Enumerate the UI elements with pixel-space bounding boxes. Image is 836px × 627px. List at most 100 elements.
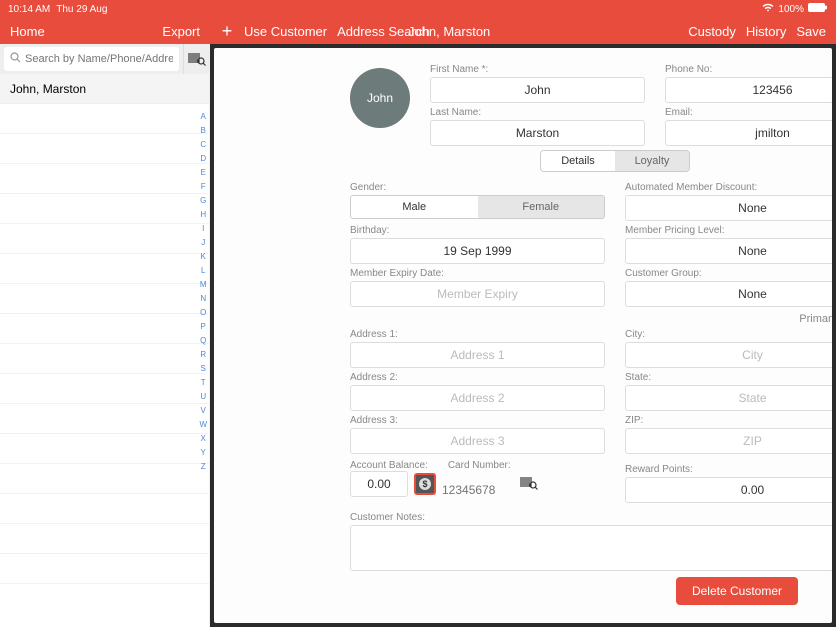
alpha-z[interactable]: Z	[199, 460, 207, 474]
save-button[interactable]: Save	[796, 24, 826, 39]
alpha-index[interactable]: ABCDEFGHIJKLMNOPQRSTUVWXYZ	[199, 110, 207, 474]
alpha-s[interactable]: S	[199, 362, 207, 376]
card-label: Card Number:	[448, 460, 511, 471]
export-button[interactable]: Export	[162, 24, 200, 39]
pricing-label: Member Pricing Level:	[625, 225, 832, 236]
search-box[interactable]	[4, 47, 179, 71]
customer-name: John, Marston	[10, 82, 86, 96]
customer-form-panel: John First Name *: Phone No: Last Name:	[214, 48, 832, 623]
alpha-q[interactable]: Q	[199, 334, 207, 348]
status-date: Thu 29 Aug	[56, 4, 107, 15]
balance-adjust-button[interactable]: $	[414, 473, 436, 495]
group-input[interactable]	[625, 281, 832, 307]
history-button[interactable]: History	[746, 24, 786, 39]
expiry-input[interactable]	[350, 281, 605, 307]
alpha-f[interactable]: F	[199, 180, 207, 194]
addr2-input[interactable]	[350, 385, 605, 411]
email-label: Email:	[665, 107, 832, 118]
state-label: State:	[625, 372, 832, 383]
custody-button[interactable]: Custody	[688, 24, 736, 39]
alpha-n[interactable]: N	[199, 292, 207, 306]
phone-label: Phone No:	[665, 64, 832, 75]
addr1-label: Address 1:	[350, 329, 605, 340]
alpha-o[interactable]: O	[199, 306, 207, 320]
alpha-t[interactable]: T	[199, 376, 207, 390]
sidebar: John, Marston ABCDEFGHIJKLMNOPQRSTUVWXYZ	[0, 44, 210, 627]
zip-input[interactable]	[625, 428, 832, 454]
barcode-scan-button[interactable]	[183, 44, 209, 74]
alpha-p[interactable]: P	[199, 320, 207, 334]
alpha-j[interactable]: J	[199, 236, 207, 250]
addr3-label: Address 3:	[350, 415, 605, 426]
primary-address-label: Primary Address	[350, 313, 832, 325]
alpha-k[interactable]: K	[199, 250, 207, 264]
delete-customer-button[interactable]: Delete Customer	[676, 577, 798, 605]
gender-segment[interactable]: Male Female	[350, 195, 605, 219]
expiry-label: Member Expiry Date:	[350, 268, 605, 279]
pricing-input[interactable]	[625, 238, 832, 264]
card-scan-button[interactable]	[520, 476, 538, 495]
alpha-y[interactable]: Y	[199, 446, 207, 460]
add-icon[interactable]: +	[218, 22, 236, 40]
balance-label: Account Balance:	[350, 460, 428, 471]
alpha-g[interactable]: G	[199, 194, 207, 208]
birthday-label: Birthday:	[350, 225, 605, 236]
first-name-input[interactable]	[430, 77, 645, 103]
alpha-u[interactable]: U	[199, 390, 207, 404]
email-input[interactable]	[665, 120, 832, 146]
alpha-a[interactable]: A	[199, 110, 207, 124]
alpha-v[interactable]: V	[199, 404, 207, 418]
alpha-b[interactable]: B	[199, 124, 207, 138]
discount-input[interactable]	[625, 195, 832, 221]
alpha-m[interactable]: M	[199, 278, 207, 292]
svg-text:$: $	[422, 479, 427, 489]
tab-loyalty[interactable]: Loyalty	[615, 151, 689, 171]
gender-label: Gender:	[350, 182, 605, 193]
phone-input[interactable]	[665, 77, 832, 103]
notes-label: Customer Notes:	[350, 512, 425, 523]
tab-details[interactable]: Details	[541, 151, 615, 171]
empty-rows	[0, 104, 209, 584]
last-name-input[interactable]	[430, 120, 645, 146]
last-name-label: Last Name:	[430, 107, 645, 118]
use-customer-button[interactable]: Use Customer	[244, 24, 327, 39]
alpha-r[interactable]: R	[199, 348, 207, 362]
card-input[interactable]	[442, 483, 514, 497]
alpha-c[interactable]: C	[199, 138, 207, 152]
reward-input[interactable]	[625, 477, 832, 503]
zip-label: ZIP:	[625, 415, 832, 426]
addr3-input[interactable]	[350, 428, 605, 454]
battery-icon	[808, 3, 828, 15]
addr1-input[interactable]	[350, 342, 605, 368]
alpha-h[interactable]: H	[199, 208, 207, 222]
avatar[interactable]: John	[350, 68, 410, 128]
state-input[interactable]	[625, 385, 832, 411]
battery-pct: 100%	[778, 4, 804, 15]
home-button[interactable]: Home	[10, 24, 45, 39]
app-header: Home Export + Use Customer Address Searc…	[0, 18, 836, 44]
status-bar: 10:14 AM Thu 29 Aug 100%	[0, 0, 836, 18]
first-name-label: First Name *:	[430, 64, 645, 75]
gender-male[interactable]: Male	[351, 196, 478, 218]
status-time: 10:14 AM	[8, 4, 50, 15]
alpha-i[interactable]: I	[199, 222, 207, 236]
details-loyalty-segment[interactable]: Details Loyalty	[540, 150, 690, 172]
reward-label: Reward Points:	[625, 464, 832, 475]
alpha-w[interactable]: W	[199, 418, 207, 432]
addr2-label: Address 2:	[350, 372, 605, 383]
alpha-x[interactable]: X	[199, 432, 207, 446]
notes-input[interactable]	[350, 525, 832, 571]
discount-label: Automated Member Discount:	[625, 182, 832, 193]
balance-input[interactable]	[350, 471, 408, 497]
city-input[interactable]	[625, 342, 832, 368]
search-input[interactable]	[25, 53, 173, 65]
page-title: John, Marston	[408, 24, 490, 39]
gender-female[interactable]: Female	[478, 196, 605, 218]
alpha-l[interactable]: L	[199, 264, 207, 278]
customer-list-item[interactable]: John, Marston	[0, 74, 209, 104]
wifi-icon	[762, 3, 774, 15]
search-icon	[10, 52, 21, 66]
alpha-d[interactable]: D	[199, 152, 207, 166]
alpha-e[interactable]: E	[199, 166, 207, 180]
birthday-input[interactable]	[350, 238, 605, 264]
